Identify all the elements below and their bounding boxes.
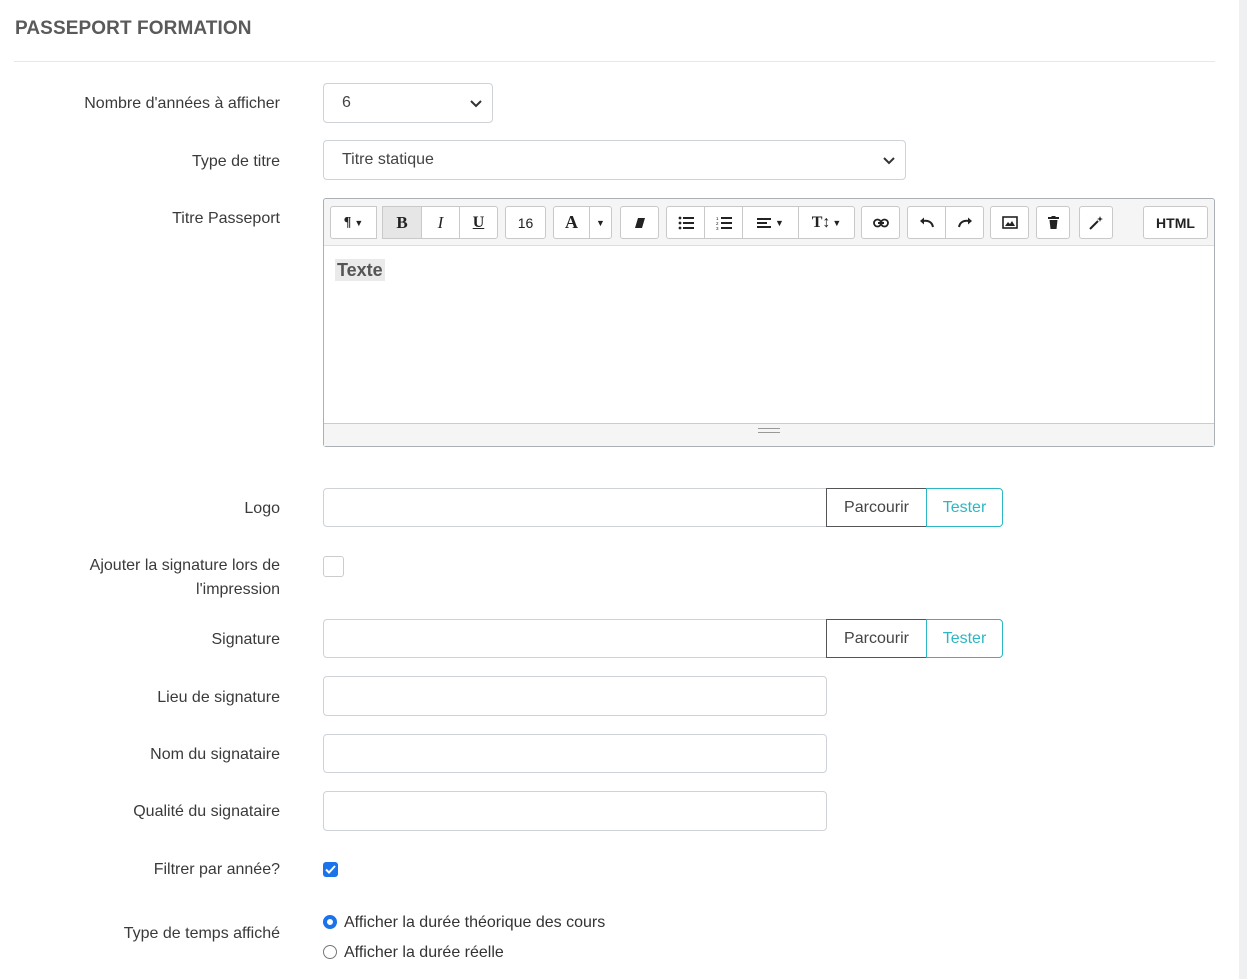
years-value: 6 <box>342 94 351 111</box>
redo-button[interactable] <box>945 206 984 239</box>
signature-label: Signature <box>211 631 281 648</box>
time-type-radio-reelle[interactable] <box>323 945 337 959</box>
link-icon <box>872 218 889 227</box>
editor-content-text: Texte <box>335 259 385 281</box>
lieu-input[interactable] <box>323 676 827 716</box>
clear-format-button[interactable] <box>620 206 659 239</box>
font-size-button[interactable]: 16 <box>505 206 546 239</box>
years-select[interactable]: 6 <box>323 83 493 123</box>
delete-button[interactable] <box>1036 206 1070 239</box>
unordered-list-icon <box>678 216 694 229</box>
unordered-list-button[interactable] <box>666 206 705 239</box>
lieu-label: Lieu de signature <box>157 689 280 706</box>
undo-button[interactable] <box>907 206 946 239</box>
caret-down-icon: ▼ <box>596 217 605 228</box>
time-type-option-reelle: Afficher la durée réelle <box>344 944 504 961</box>
settings-card: PASSEPORT FORMATION Nombre d'années à af… <box>0 0 1239 979</box>
image-icon <box>1001 216 1018 229</box>
filter-year-checkbox[interactable] <box>323 862 338 877</box>
time-type-radio-theorique[interactable] <box>323 915 337 929</box>
logo-browse-button[interactable]: Parcourir <box>826 488 927 527</box>
nom-input[interactable] <box>323 734 827 773</box>
font-color-icon: A <box>565 212 578 232</box>
font-color-dropdown[interactable]: ▼ <box>589 206 612 239</box>
align-icon <box>757 217 772 228</box>
link-button[interactable] <box>861 206 900 239</box>
chevron-down-icon <box>883 157 895 165</box>
years-label: Nombre d'années à afficher <box>84 95 280 112</box>
signature-file-input[interactable] <box>323 619 827 658</box>
underline-icon: U <box>472 213 485 231</box>
nom-label: Nom du signataire <box>150 746 280 763</box>
logo-file-group: Parcourir Tester <box>323 488 1004 527</box>
image-button[interactable] <box>990 206 1029 239</box>
bold-icon: B <box>396 212 408 232</box>
title-type-label: Type de titre <box>191 153 280 170</box>
redo-icon <box>957 217 972 227</box>
eraser-icon <box>634 217 645 228</box>
signature-file-group: Parcourir Tester <box>323 619 1004 658</box>
line-height-icon: T↕ <box>811 213 831 231</box>
magic-button[interactable] <box>1079 206 1113 239</box>
titre-passeport-label: Titre Passeport <box>172 210 280 227</box>
checkmark-icon <box>325 865 336 874</box>
time-type-option-theorique: Afficher la durée théorique des cours <box>344 914 606 931</box>
page-scrollbar[interactable] <box>1239 0 1247 979</box>
italic-button[interactable]: I <box>421 206 460 239</box>
logo-label: Logo <box>244 500 280 517</box>
add-signature-checkbox[interactable] <box>323 556 344 577</box>
qualite-label: Qualité du signataire <box>133 803 280 820</box>
logo-test-button[interactable]: Tester <box>926 488 1003 527</box>
chevron-down-icon <box>470 100 482 108</box>
add-signature-label-line1: Ajouter la signature lors de <box>89 557 280 574</box>
align-button[interactable]: ▼ <box>742 206 799 239</box>
editor-content-area[interactable]: Texte <box>324 246 1214 422</box>
paragraph-icon: ¶ <box>343 214 352 230</box>
qualite-input[interactable] <box>323 791 827 831</box>
section-divider <box>14 61 1215 62</box>
svg-text:3: 3 <box>716 226 719 230</box>
magic-wand-icon <box>1089 215 1103 230</box>
bold-button[interactable]: B <box>382 206 422 239</box>
time-type-label: Type de temps affiché <box>123 925 280 942</box>
section-title: PASSEPORT FORMATION <box>15 18 252 39</box>
rich-text-editor: ¶ ▼ B I U 16 A ▼ 123 ▼ T↕ ▼ HTML Texte <box>323 198 1215 447</box>
html-button[interactable]: HTML <box>1143 206 1208 239</box>
editor-resize-handle[interactable] <box>324 423 1214 446</box>
line-height-button[interactable]: T↕ ▼ <box>798 206 855 239</box>
title-type-select[interactable]: Titre statique <box>323 140 906 180</box>
resize-grip-icon <box>758 428 780 433</box>
italic-icon: I <box>437 212 444 232</box>
signature-browse-button[interactable]: Parcourir <box>826 619 927 658</box>
logo-file-input[interactable] <box>323 488 827 527</box>
editor-toolbar: ¶ ▼ B I U 16 A ▼ 123 ▼ T↕ ▼ HTML <box>324 199 1214 246</box>
title-type-value: Titre statique <box>342 151 434 168</box>
paragraph-button[interactable]: ¶ ▼ <box>330 206 377 239</box>
underline-button[interactable]: U <box>459 206 498 239</box>
undo-icon <box>919 217 934 227</box>
signature-test-button[interactable]: Tester <box>926 619 1003 658</box>
trash-icon <box>1047 216 1059 229</box>
font-color-button[interactable]: A <box>553 206 590 239</box>
ordered-list-button[interactable]: 123 <box>704 206 743 239</box>
filter-year-label: Filtrer par année? <box>153 861 280 878</box>
ordered-list-icon: 123 <box>716 216 732 230</box>
add-signature-label-line2: l'impression <box>196 581 280 598</box>
